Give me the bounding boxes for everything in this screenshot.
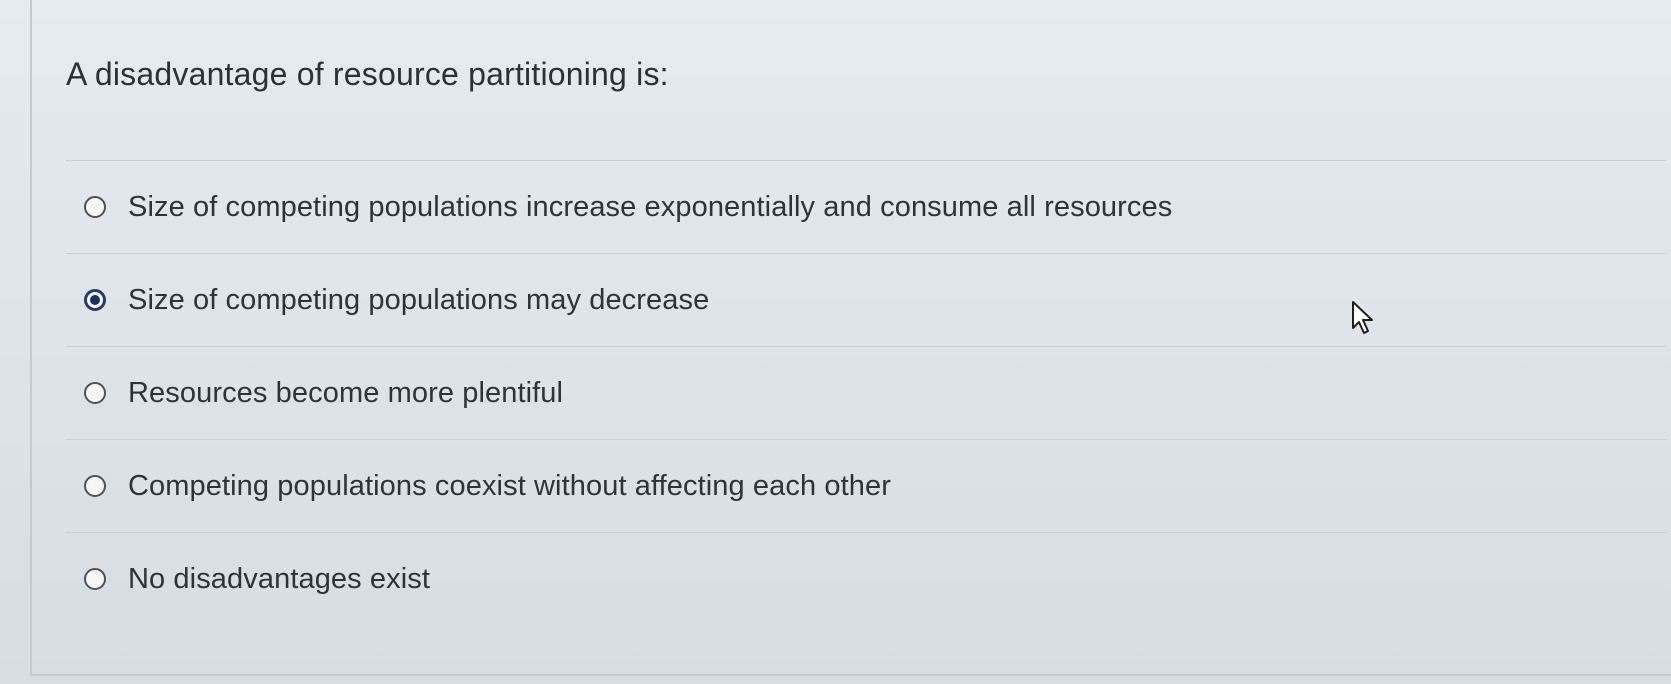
answer-label: Competing populations coexist without af… <box>128 469 891 502</box>
answer-option-2[interactable]: Size of competing populations may decrea… <box>66 253 1666 346</box>
answer-option-4[interactable]: Competing populations coexist without af… <box>66 439 1666 532</box>
mouse-pointer-icon <box>1352 301 1373 334</box>
radio-button-icon[interactable] <box>84 382 106 404</box>
quiz-screen: A disadvantage of resource partitioning … <box>0 0 1671 684</box>
question-text: A disadvantage of resource partitioning … <box>66 56 669 92</box>
radio-button-icon[interactable] <box>84 196 106 218</box>
answer-option-3[interactable]: Resources become more plentiful <box>66 346 1666 439</box>
question-card: A disadvantage of resource partitioning … <box>30 0 1671 676</box>
radio-button-icon[interactable] <box>84 568 106 590</box>
answer-options: Size of competing populations increase e… <box>66 160 1666 625</box>
answer-label: Size of competing populations may decrea… <box>128 283 710 316</box>
radio-button-selected-icon[interactable] <box>84 289 106 311</box>
answer-label: Resources become more plentiful <box>128 376 564 409</box>
answer-label: No disadvantages exist <box>128 562 431 595</box>
answer-option-1[interactable]: Size of competing populations increase e… <box>66 160 1666 253</box>
answer-option-5[interactable]: No disadvantages exist <box>66 532 1666 625</box>
answer-label: Size of competing populations increase e… <box>128 190 1173 223</box>
radio-button-icon[interactable] <box>84 475 106 497</box>
